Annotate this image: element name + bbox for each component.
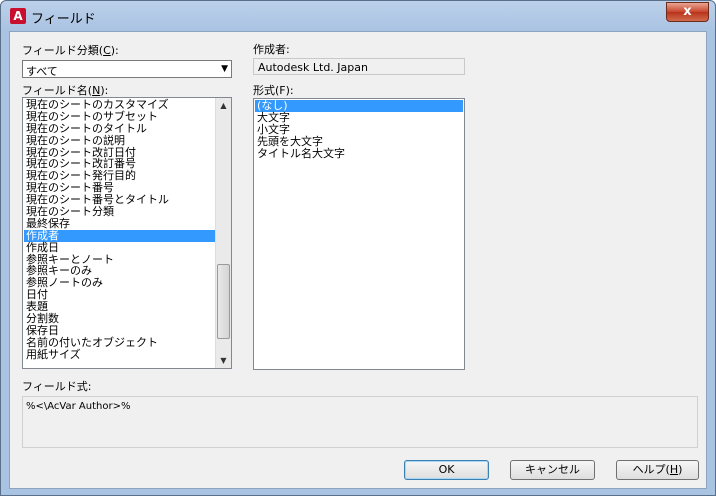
- format-item[interactable]: 小文字: [255, 123, 463, 136]
- scroll-down-arrow-icon[interactable]: ▼: [216, 353, 231, 368]
- field-names-scrollbar[interactable]: ▲ ▼: [215, 98, 231, 368]
- dialog-client-area: フィールド分類(C): すべて ▼ フィールド名(N): 現在のシートのカスタマ…: [9, 31, 707, 489]
- field-expression-box: %<\AcVar Author>%: [22, 396, 698, 448]
- field-category-dropdown[interactable]: すべて ▼: [22, 60, 232, 78]
- field-name-item[interactable]: 用紙サイズ: [24, 348, 215, 361]
- ok-button[interactable]: OK: [404, 460, 489, 480]
- autocad-logo-icon: A: [10, 8, 26, 24]
- field-name-item[interactable]: 最終保存: [24, 217, 215, 230]
- format-item[interactable]: 先頭を大文字: [255, 135, 463, 148]
- close-button[interactable]: x: [666, 2, 709, 22]
- format-label: 形式(F):: [253, 84, 294, 97]
- field-name-item[interactable]: 現在のシートのサブセット: [24, 110, 215, 123]
- help-button[interactable]: ヘルプ(H): [616, 460, 699, 480]
- field-name-item[interactable]: 日付: [24, 289, 215, 301]
- field-name-item[interactable]: 参照ノートのみ: [24, 277, 215, 289]
- field-dialog: A フィールド x フィールド分類(C): すべて ▼ フィールド名(N): 現…: [0, 0, 716, 496]
- field-name-item[interactable]: 現在のシートの説明: [24, 134, 215, 147]
- format-item[interactable]: タイトル名大文字: [255, 147, 463, 160]
- dropdown-arrow-icon: ▼: [221, 64, 228, 74]
- dialog-title: フィールド: [31, 12, 96, 27]
- field-expression-value: %<\AcVar Author>%: [26, 401, 131, 412]
- scroll-thumb[interactable]: [217, 264, 230, 339]
- format-item[interactable]: 大文字: [255, 111, 463, 124]
- scroll-up-arrow-icon[interactable]: ▲: [216, 98, 231, 113]
- field-names-label: フィールド名(N):: [22, 84, 109, 97]
- cancel-button[interactable]: キャンセル: [510, 460, 595, 480]
- field-name-item[interactable]: 現在のシートのタイトル: [24, 122, 215, 135]
- title-bar[interactable]: A フィールド x: [1, 1, 715, 31]
- author-value: Autodesk Ltd. Japan: [258, 61, 368, 74]
- field-name-item[interactable]: 作成者: [24, 229, 215, 242]
- format-list[interactable]: (なし) 大文字 小文字 先頭を大文字 タイトル名大文字: [253, 98, 465, 370]
- field-names-list[interactable]: 現在のシートのカスタマイズ 現在のシートのサブセット 現在のシートのタイトル 現在のシ…: [22, 97, 232, 369]
- field-name-item[interactable]: 名前の付いたオブジェクト: [24, 336, 215, 349]
- field-expression-label: フィールド式:: [22, 380, 92, 393]
- field-category-label: フィールド分類(C):: [22, 44, 119, 57]
- author-label: 作成者:: [253, 43, 290, 56]
- field-name-item[interactable]: 作成日: [24, 241, 215, 254]
- field-category-value: すべて: [26, 65, 58, 78]
- author-value-box: Autodesk Ltd. Japan: [253, 58, 465, 75]
